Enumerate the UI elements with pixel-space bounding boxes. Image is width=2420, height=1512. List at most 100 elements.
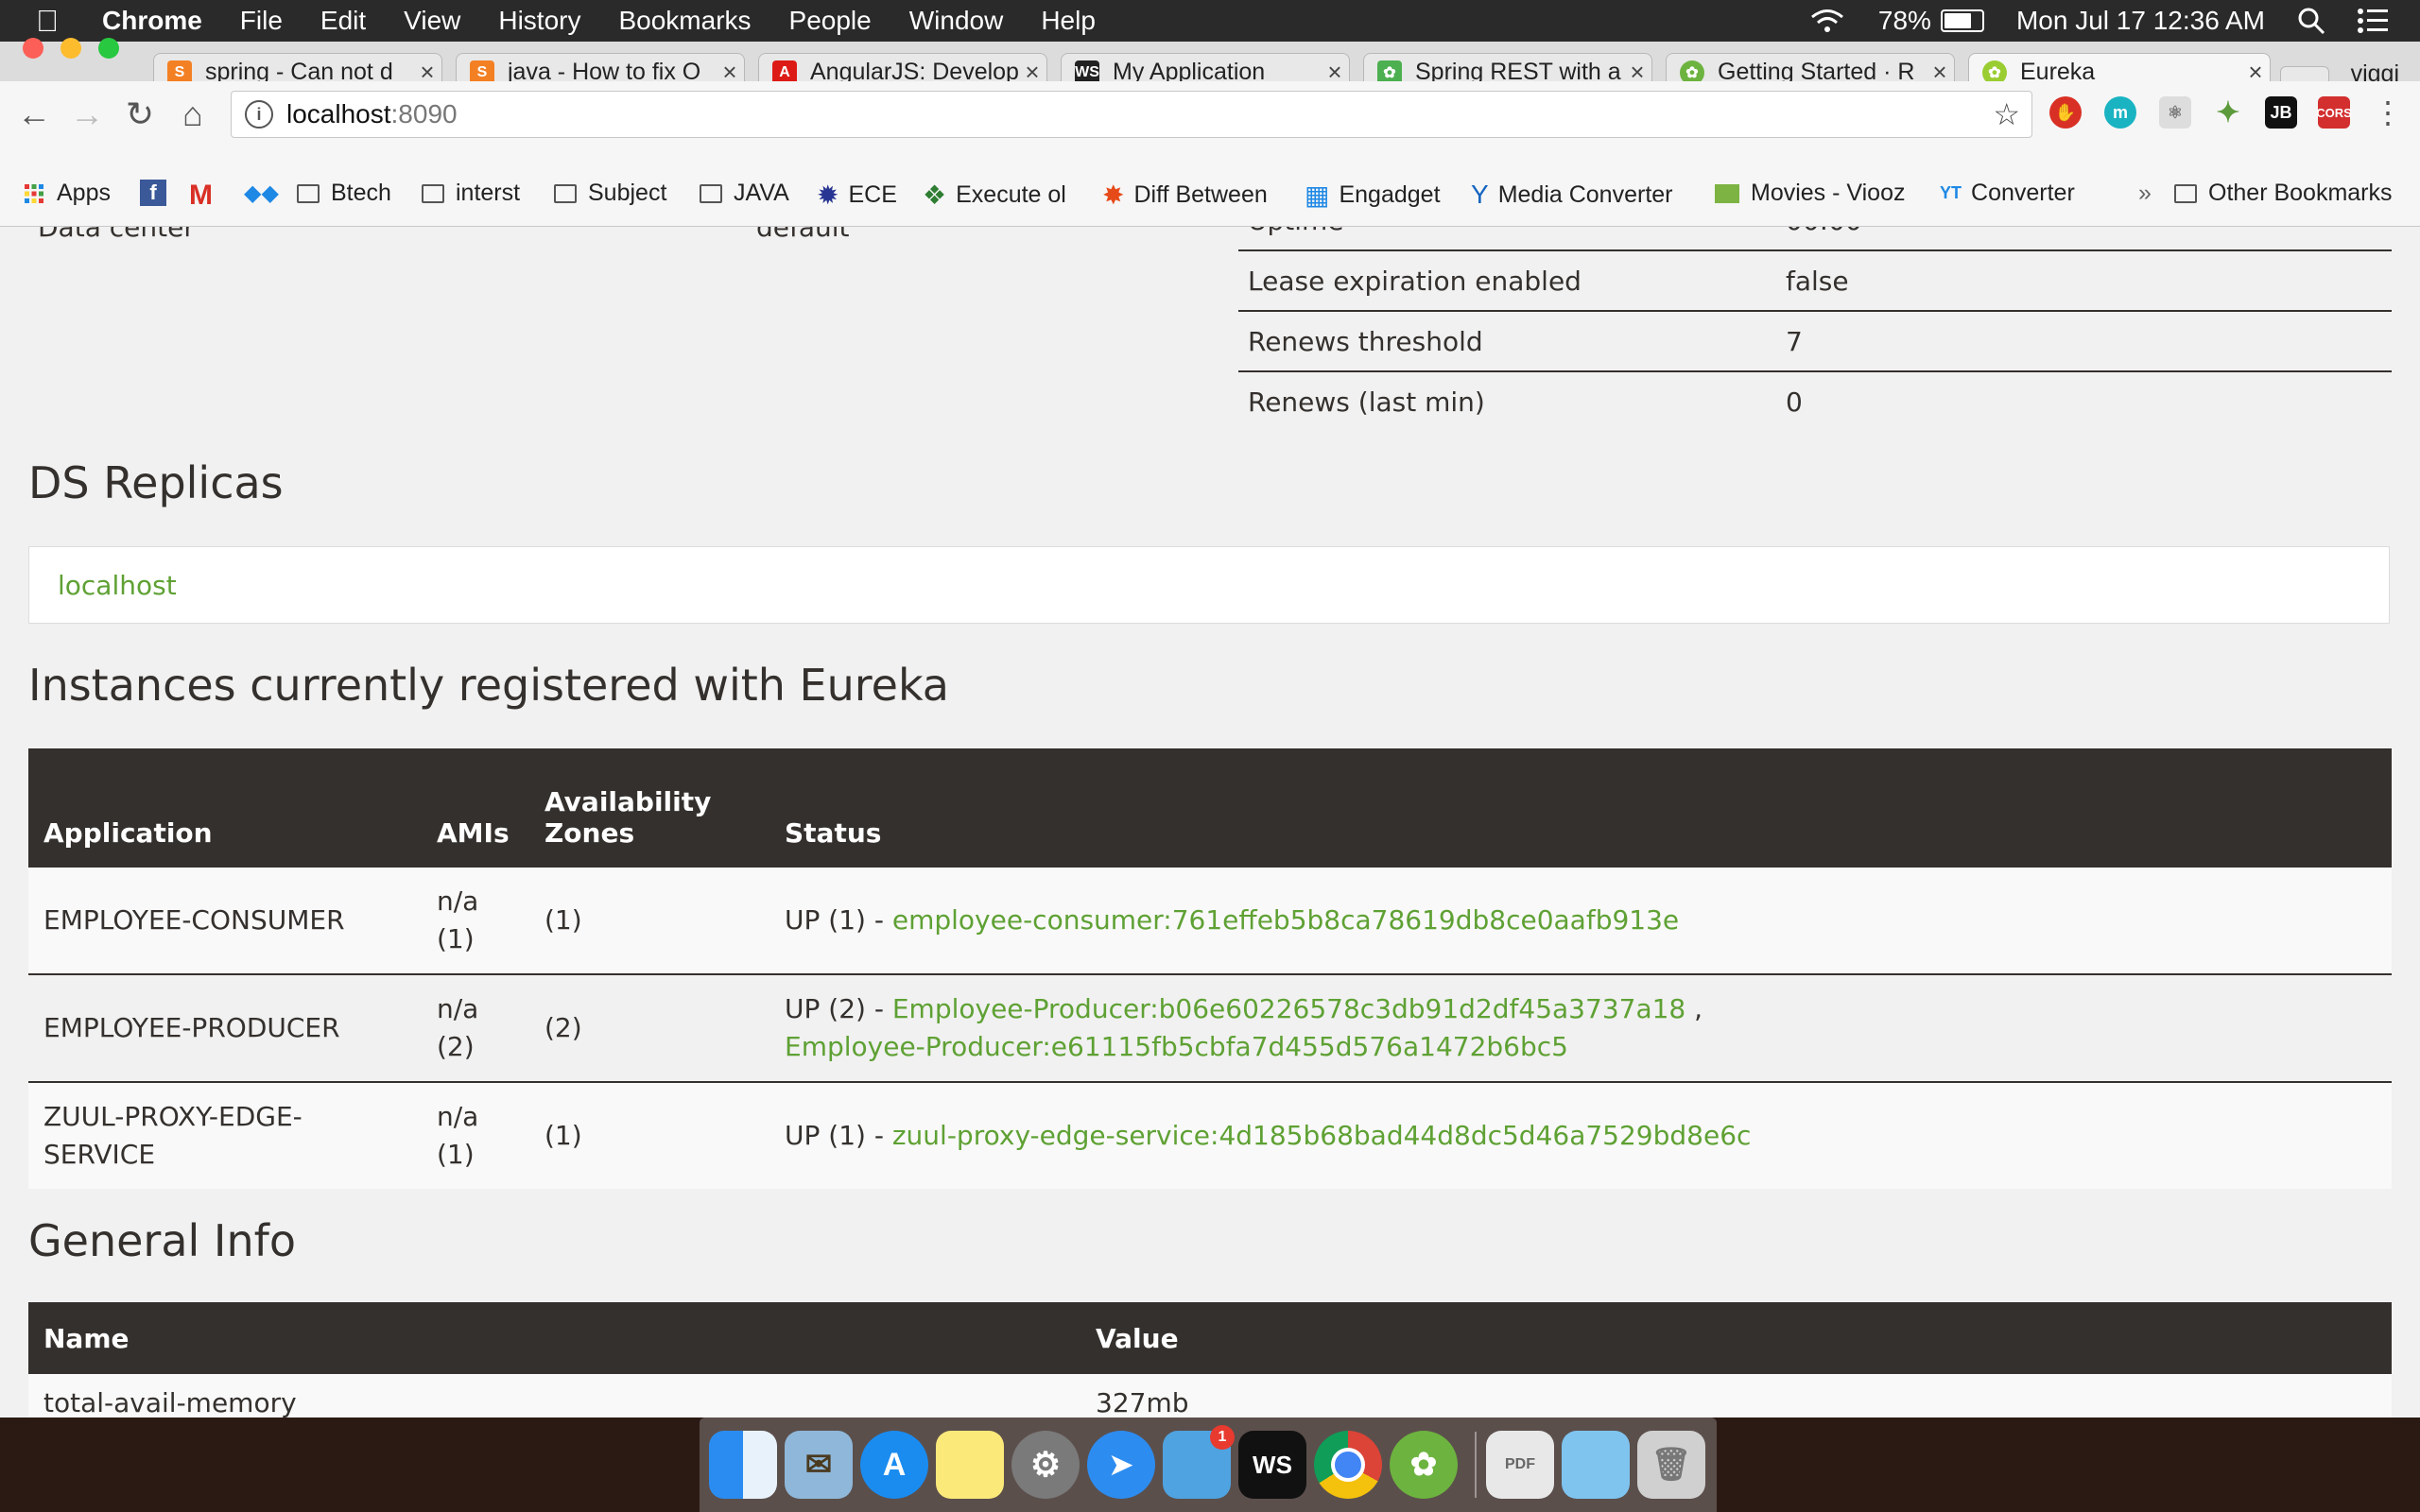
battery-icon[interactable] — [1940, 9, 1984, 32]
instances-table: Application AMIs Availability Zones Stat… — [28, 748, 2392, 1189]
gmail-bookmark[interactable]: M — [189, 180, 213, 212]
status-row: Lease expiration enabled false — [1238, 250, 2392, 312]
menu-history[interactable]: History — [498, 6, 580, 36]
menu-app-name[interactable]: Chrome — [102, 6, 202, 36]
flag-icon: ✹ — [817, 180, 839, 210]
bookmark-label: Movies - Viooz — [1751, 180, 1906, 206]
wifi-icon[interactable] — [1808, 7, 1846, 35]
jetbrains-extension-icon[interactable]: JB — [2265, 96, 2297, 129]
bookmarks-bar: Apps f M ◆◆ Btech interst Subject JAVA ✹… — [0, 146, 2420, 227]
back-arrow-icon[interactable]: ← — [15, 94, 53, 134]
spotlight-search-icon[interactable] — [2297, 7, 2325, 35]
menu-people[interactable]: People — [789, 6, 872, 36]
notes-icon[interactable] — [936, 1431, 1004, 1499]
chrome-icon[interactable] — [1314, 1431, 1382, 1499]
notification-center-icon[interactable] — [2358, 8, 2388, 34]
bookmark-label: Other Bookmarks — [2208, 180, 2393, 206]
instance-link[interactable]: employee-consumer:761effeb5b8ca78619db8c… — [892, 904, 1679, 936]
tab-strip: S spring - Can not d × S java - How to f… — [0, 38, 2420, 92]
url-port: :8090 — [390, 99, 458, 129]
system-preferences-icon[interactable]: ⚙ — [1011, 1431, 1080, 1499]
bookmark-engadget[interactable]: ▦ Engadget — [1305, 180, 1441, 211]
reload-icon[interactable]: ↻ — [121, 94, 159, 134]
forward-arrow-icon[interactable]: → — [68, 94, 106, 134]
dropbox-bookmark[interactable]: ◆◆ — [244, 180, 279, 207]
finder-icon[interactable] — [709, 1431, 777, 1499]
bookmark-media-converter[interactable]: Y Media Converter — [1471, 180, 1673, 210]
folder-icon — [2174, 183, 2197, 203]
instance-link[interactable]: Employee-Producer:b06e60226578c3db91d2df… — [892, 993, 1685, 1024]
green-extension-icon[interactable]: ✦ — [2212, 96, 2244, 129]
macos-dock: ✉ A ⚙ ➤ 1 WS ✿ PDF 🗑 — [700, 1418, 1717, 1512]
facebook-bookmark[interactable]: f — [140, 180, 166, 206]
bookmark-label: Execute ol — [956, 181, 1066, 208]
chrome-menu-icon[interactable]: ⋮ — [2369, 94, 2407, 130]
instance-amis: n/a (1) — [422, 868, 529, 975]
bookmark-folder-subject[interactable]: Subject — [554, 180, 666, 207]
bookmark-label: Converter — [1971, 180, 2075, 206]
address-bar[interactable]: i localhost:8090 ☆ — [231, 91, 2032, 138]
status-value: 00:00 — [1776, 227, 2392, 251]
apple-icon[interactable]:  — [36, 4, 78, 39]
column-header-availability-zones: Availability Zones — [529, 748, 769, 868]
gmail-icon: M — [189, 180, 213, 211]
bookmark-label: Subject — [588, 180, 667, 206]
apps-grid-icon — [25, 183, 43, 203]
bookmark-apps[interactable]: Apps — [23, 180, 111, 207]
bookmark-folder-interst[interactable]: interst — [422, 180, 520, 207]
menu-bookmarks[interactable]: Bookmarks — [618, 6, 751, 36]
menu-file[interactable]: File — [240, 6, 283, 36]
trash-icon[interactable]: 🗑 — [1637, 1431, 1705, 1499]
instance-link[interactable]: Employee-Producer:e61115fb5cbfa7d455d576… — [785, 1031, 1568, 1062]
bookmark-other-bookmarks[interactable]: Other Bookmarks — [2174, 180, 2393, 207]
column-header-status: Status — [769, 748, 2392, 868]
status-row: Renews (last min) 0 — [1238, 371, 2392, 431]
adblock-extension-icon[interactable]: ✋ — [2049, 96, 2082, 129]
close-window-button[interactable] — [23, 38, 43, 59]
bookmarks-overflow-chevron-icon[interactable]: » — [2138, 180, 2152, 207]
column-header-value: Value — [1080, 1302, 2392, 1374]
minimize-window-button[interactable] — [60, 38, 81, 59]
spring-tool-suite-icon[interactable]: ✿ — [1390, 1431, 1458, 1499]
webstorm-icon[interactable]: WS — [1238, 1431, 1306, 1499]
info-icon[interactable]: i — [245, 100, 273, 129]
status-prefix: UP (1) - — [785, 904, 892, 936]
status-prefix: UP (1) - — [785, 1120, 892, 1151]
bookmark-execute-online[interactable]: ❖ Execute ol — [923, 180, 1066, 211]
instance-link[interactable]: zuul-proxy-edge-service:4d185b68bad44d8d… — [892, 1120, 1752, 1151]
menu-view[interactable]: View — [404, 6, 460, 36]
system-status-table: Uptime00:00 Lease expiration enabledfals… — [1238, 227, 2392, 431]
react-extension-icon[interactable]: ⚛ — [2159, 96, 2191, 129]
menu-help[interactable]: Help — [1041, 6, 1096, 36]
m-extension-icon[interactable]: m — [2104, 96, 2136, 129]
app-store-icon[interactable]: A — [860, 1431, 928, 1499]
home-icon[interactable]: ⌂ — [174, 94, 212, 134]
table-row: EMPLOYEE-PRODUCER n/a (2) (2) UP (2) - E… — [28, 974, 2392, 1083]
bookmark-ece[interactable]: ✹ ECE — [817, 180, 897, 211]
menu-clock[interactable]: Mon Jul 17 12:36 AM — [2016, 6, 2265, 36]
engadget-icon: ▦ — [1305, 180, 1330, 210]
menu-window[interactable]: Window — [909, 6, 1004, 36]
cors-extension-icon[interactable]: CORS — [2316, 96, 2352, 129]
folder-icon — [700, 183, 722, 203]
safari-icon[interactable]: ➤ — [1087, 1431, 1155, 1499]
info-name: total-avail-memory — [28, 1374, 1080, 1418]
instance-zones: (2) — [529, 974, 769, 1083]
bookmark-folder-java[interactable]: JAVA — [700, 180, 789, 207]
folder-icon[interactable] — [1562, 1431, 1630, 1499]
replica-link[interactable]: localhost — [58, 570, 177, 601]
documents-icon[interactable]: PDF — [1486, 1431, 1554, 1499]
bookmark-movies-viooz[interactable]: Movies - Viooz — [1715, 180, 1906, 207]
menu-edit[interactable]: Edit — [320, 6, 366, 36]
transmit-icon[interactable]: 1 — [1163, 1425, 1235, 1499]
zoom-window-button[interactable] — [98, 38, 119, 59]
status-name: Lease expiration enabled — [1238, 250, 1776, 312]
bookmark-star-icon[interactable]: ☆ — [1993, 96, 2020, 132]
dock-separator — [1475, 1432, 1477, 1498]
bookmark-converter[interactable]: YT Converter — [1940, 180, 2075, 207]
bookmark-diff-between[interactable]: ✸ Diff Between — [1102, 180, 1268, 211]
table-row: ZUUL-PROXY-EDGE-SERVICE n/a (1) (1) UP (… — [28, 1082, 2392, 1189]
status-name: Uptime — [1238, 227, 1776, 251]
bookmark-folder-btech[interactable]: Btech — [297, 180, 391, 207]
mail-icon[interactable]: ✉ — [785, 1431, 853, 1499]
